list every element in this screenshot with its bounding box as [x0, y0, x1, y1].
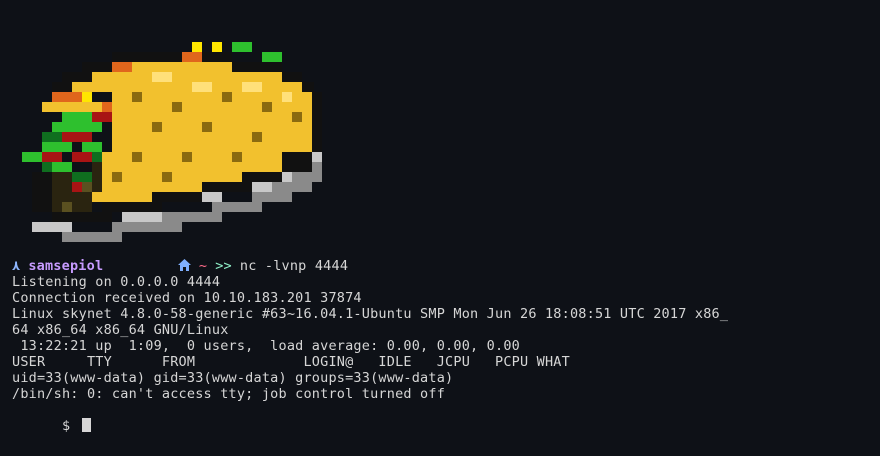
taco-logo [22, 42, 322, 242]
prompt-chevrons: >> [215, 258, 232, 274]
text-cursor[interactable] [82, 418, 92, 432]
prompt-command: nc -lvnp 4444 [239, 258, 349, 274]
prompt-username: samsepiol [28, 258, 104, 274]
output-line: Listening on 0.0.0.0 4444 [12, 274, 221, 290]
output-line: Linux skynet 4.8.0-58-generic #63~16.04.… [12, 306, 729, 322]
prompt-line: ⋏ samsepiol ~ >> nc -lvnp 4444 [12, 258, 876, 274]
output-line: Connection received on 10.10.183.201 378… [12, 290, 362, 306]
output-line: uid=33(www-data) gid=33(www-data) groups… [12, 370, 454, 386]
output-line: USER TTY FROM LOGIN@ IDLE JCPU PCPU WHAT [12, 354, 570, 370]
prompt-arrow-icon: ⋏ [12, 258, 21, 274]
terminal-output: ⋏ samsepiol ~ >> nc -lvnp 4444 Listening… [12, 258, 876, 434]
shell-prompt-line[interactable]: $ [12, 402, 876, 434]
shell-prompt-symbol: $ [61, 418, 71, 434]
terminal-window[interactable]: ⋏ samsepiol ~ >> nc -lvnp 4444 Listening… [0, 0, 880, 456]
output-line: 64 x86_64 x86_64 GNU/Linux [12, 322, 229, 338]
prompt-cwd: ~ [198, 258, 208, 274]
output-line: /bin/sh: 0: can't access tty; job contro… [12, 386, 446, 402]
output-line: 13:22:21 up 1:09, 0 users, load average:… [12, 338, 520, 354]
